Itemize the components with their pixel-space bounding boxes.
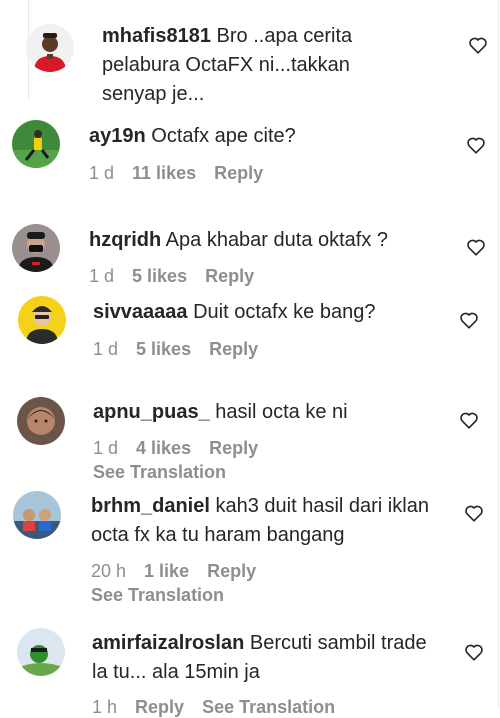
comment-username[interactable]: amirfaizalroslan — [92, 632, 244, 654]
avatar[interactable] — [12, 120, 60, 168]
comment-meta: 1 d 5 likes Reply — [93, 339, 258, 360]
comment-username[interactable]: sivvaaaaa — [93, 301, 188, 323]
comment-text: ay19n Octafx ape cite? — [89, 122, 449, 151]
comment-body: hasil octa ke ni — [215, 401, 348, 423]
reply-button[interactable]: Reply — [205, 266, 254, 286]
comment-likes[interactable]: 4 likes — [136, 438, 191, 458]
reply-button[interactable]: Reply — [214, 163, 263, 183]
comment-likes[interactable]: 5 likes — [136, 339, 191, 359]
comment-username[interactable]: ay19n — [89, 125, 146, 147]
comment-body: Octafx ape cite? — [151, 125, 296, 147]
edge-divider — [498, 0, 499, 708]
reply-button[interactable]: Reply — [209, 438, 258, 458]
comment-body: Duit octafx ke bang? — [193, 301, 376, 323]
reply-button[interactable]: Reply — [135, 697, 184, 717]
comment-time: 1 d — [93, 438, 119, 458]
comment-username[interactable]: mhafis8181 — [102, 25, 211, 47]
reply-button[interactable]: Reply — [207, 561, 256, 581]
comment-time: 1 d — [93, 339, 119, 359]
avatar[interactable] — [18, 296, 66, 344]
heart-outline-icon[interactable] — [463, 502, 485, 524]
see-translation-link[interactable]: See Translation — [91, 585, 224, 606]
heart-outline-icon[interactable] — [463, 641, 485, 663]
comment-meta: 20 h 1 like Reply — [91, 561, 256, 582]
avatar[interactable] — [17, 628, 65, 676]
comment-likes[interactable]: 5 likes — [132, 266, 187, 286]
comment-text: sivvaaaaa Duit octafx ke bang? — [93, 298, 453, 327]
heart-outline-icon[interactable] — [458, 409, 480, 431]
heart-outline-icon[interactable] — [467, 34, 489, 56]
comment-username[interactable]: brhm_daniel — [91, 495, 210, 517]
avatar[interactable] — [13, 491, 61, 539]
comment-time: 20 h — [91, 561, 127, 581]
heart-outline-icon[interactable] — [465, 134, 487, 156]
comment-text: hzqridh Apa khabar duta oktafx ? — [89, 226, 449, 255]
reply-button[interactable]: Reply — [209, 339, 258, 359]
comment-meta: 1 d 11 likes Reply — [89, 163, 263, 184]
avatar[interactable] — [12, 224, 60, 272]
comment-meta: 1 d 5 likes Reply — [89, 266, 254, 287]
comment-text: apnu_puas_ hasil octa ke ni — [93, 398, 453, 427]
comment-text: mhafis8181 Bro ..apa cerita pelabura Oct… — [102, 22, 402, 109]
comment-text: amirfaizalroslan Bercuti sambil trade la… — [92, 629, 442, 687]
comment-meta: 1 d 4 likes Reply — [93, 438, 258, 459]
heart-outline-icon[interactable] — [465, 236, 487, 258]
comment-body: Apa khabar duta oktafx ? — [165, 229, 389, 251]
comment-time: 1 d — [89, 266, 115, 286]
avatar[interactable] — [17, 397, 65, 445]
comment-time: 1 h — [92, 697, 118, 717]
heart-outline-icon[interactable] — [458, 309, 480, 331]
see-translation-link[interactable]: See Translation — [93, 462, 226, 483]
avatar[interactable] — [26, 24, 74, 72]
comment-likes[interactable]: 11 likes — [132, 163, 196, 183]
comment-username[interactable]: hzqridh — [89, 229, 161, 251]
comment-username[interactable]: apnu_puas_ — [93, 401, 210, 423]
comment-time: 1 d — [89, 163, 115, 183]
see-translation-link[interactable]: See Translation — [202, 697, 335, 717]
comment-text: brhm_daniel kah3 duit hasil dari iklan o… — [91, 492, 441, 550]
comment-likes[interactable]: 1 like — [144, 561, 189, 581]
